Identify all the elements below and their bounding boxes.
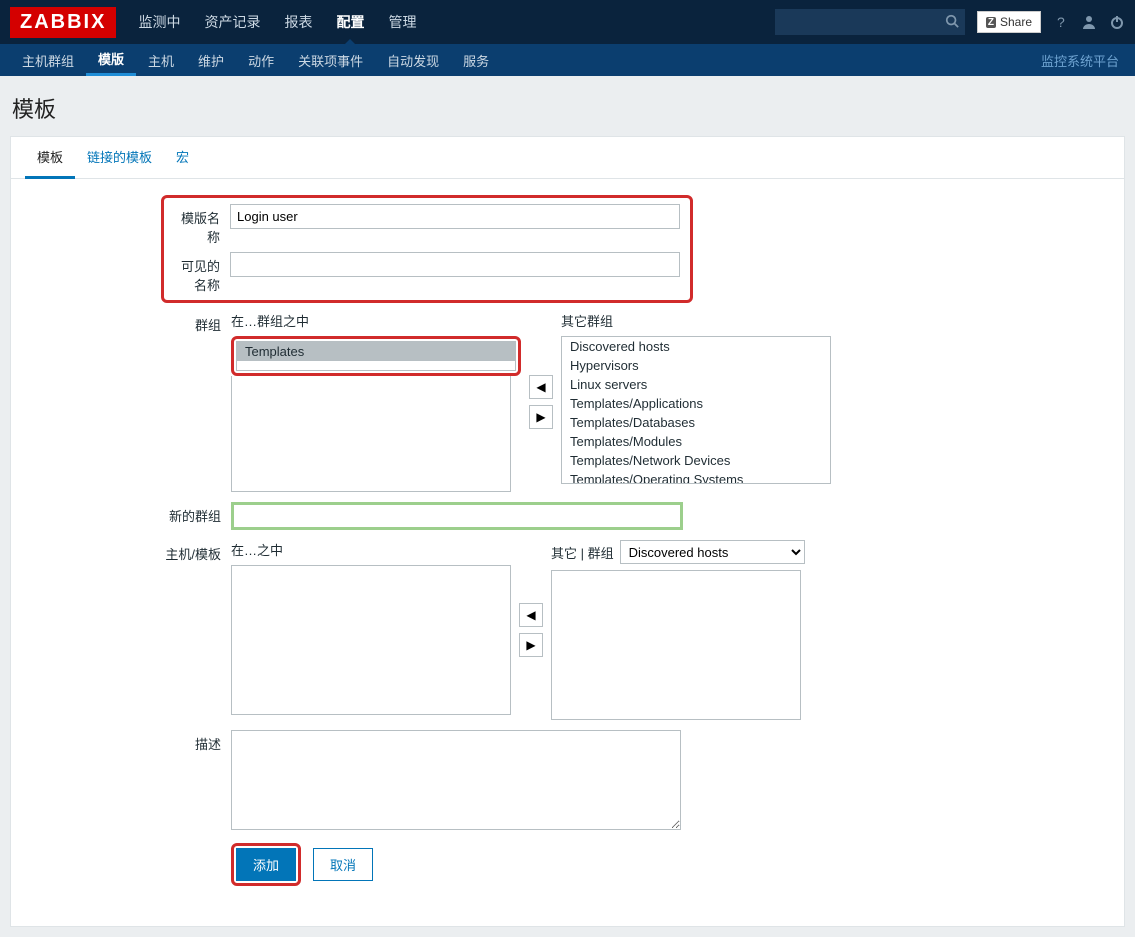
subnav-hosts[interactable]: 主机 xyxy=(136,44,186,76)
label-others-group: 其它 | 群组 xyxy=(551,543,614,562)
search-wrap xyxy=(775,9,965,35)
list-item[interactable]: Templates/Operating Systems xyxy=(562,470,830,484)
add-highlight-box: 添加 xyxy=(231,843,301,886)
subnav-hostgroups[interactable]: 主机群组 xyxy=(10,44,86,76)
label-other-groups: 其它群组 xyxy=(561,311,831,330)
label-groups: 群组 xyxy=(41,311,231,334)
subnav-discovery[interactable]: 自动发现 xyxy=(375,44,451,76)
other-hosts-listbox[interactable] xyxy=(551,570,801,720)
list-item[interactable]: Templates/Network Devices xyxy=(562,451,830,470)
subnav-correlation[interactable]: 关联项事件 xyxy=(286,44,375,76)
list-item[interactable]: Hypervisors xyxy=(562,356,830,375)
subbar-right-label: 监控系统平台 xyxy=(1041,51,1125,70)
new-group-input[interactable] xyxy=(231,502,683,530)
host-move-right-button[interactable]: ▶ xyxy=(519,633,543,657)
new-group-highlight-box xyxy=(231,502,683,530)
nav-configuration[interactable]: 配置 xyxy=(324,0,376,44)
triangle-right-icon: ▶ xyxy=(526,638,535,652)
in-groups-listbox[interactable]: Templates xyxy=(236,341,516,371)
top-menu: 监测中 资产记录 报表 配置 管理 xyxy=(126,0,774,44)
label-hosts-templates: 主机/模板 xyxy=(41,540,231,563)
cancel-button[interactable]: 取消 xyxy=(313,848,373,881)
subnav-templates[interactable]: 模版 xyxy=(86,44,136,76)
form: 模版名称 可见的名称 群组 在…群组之中 Templates xyxy=(11,179,1124,926)
label-in-groups: 在…群组之中 xyxy=(231,311,521,330)
nav-administration[interactable]: 管理 xyxy=(376,0,428,44)
name-highlight-box: 模版名称 可见的名称 xyxy=(161,195,693,303)
sub-bar: 主机群组 模版 主机 维护 动作 关联项事件 自动发现 服务 监控系统平台 xyxy=(0,44,1135,76)
list-item[interactable]: Templates/Modules xyxy=(562,432,830,451)
label-template-name: 模版名称 xyxy=(170,204,230,246)
share-label: Share xyxy=(1000,15,1032,29)
help-icon[interactable]: ? xyxy=(1053,14,1069,30)
tab-macros[interactable]: 宏 xyxy=(164,137,201,178)
label-in: 在…之中 xyxy=(231,540,511,559)
list-item[interactable]: Discovered hosts xyxy=(562,337,830,356)
nav-reports[interactable]: 报表 xyxy=(272,0,324,44)
list-item[interactable]: Templates/Applications xyxy=(562,394,830,413)
in-hosts-listbox[interactable] xyxy=(231,565,511,715)
move-right-button[interactable]: ▶ xyxy=(529,405,553,429)
triangle-right-icon: ▶ xyxy=(536,410,545,424)
top-right: Z Share ? xyxy=(775,9,1125,35)
move-left-button[interactable]: ◀ xyxy=(529,375,553,399)
subnav-maintenance[interactable]: 维护 xyxy=(186,44,236,76)
z-mark-icon: Z xyxy=(986,17,996,28)
search-icon[interactable] xyxy=(945,14,959,28)
svg-text:?: ? xyxy=(1057,14,1065,30)
visible-name-input[interactable] xyxy=(230,252,680,277)
main-panel: 模板 链接的模板 宏 模版名称 可见的名称 群组 在…群组之中 xyxy=(10,136,1125,927)
share-button[interactable]: Z Share xyxy=(977,11,1041,33)
label-visible-name: 可见的名称 xyxy=(170,252,230,294)
host-group-select[interactable]: Discovered hosts xyxy=(620,540,805,564)
page-title: 模板 xyxy=(0,76,1135,136)
tabs: 模板 链接的模板 宏 xyxy=(11,137,1124,179)
host-move-left-button[interactable]: ◀ xyxy=(519,603,543,627)
list-item[interactable]: Templates xyxy=(237,342,515,361)
in-groups-listbox-empty[interactable] xyxy=(231,376,511,492)
subnav-actions[interactable]: 动作 xyxy=(236,44,286,76)
template-name-input[interactable] xyxy=(230,204,680,229)
label-description: 描述 xyxy=(41,730,231,753)
subnav-services[interactable]: 服务 xyxy=(451,44,501,76)
search-input[interactable] xyxy=(775,9,965,35)
label-new-group: 新的群组 xyxy=(41,502,231,525)
in-groups-highlight-box: Templates xyxy=(231,336,521,376)
list-item[interactable]: Linux servers xyxy=(562,375,830,394)
nav-monitoring[interactable]: 监测中 xyxy=(126,0,192,44)
power-icon[interactable] xyxy=(1109,14,1125,30)
add-button[interactable]: 添加 xyxy=(236,848,296,881)
logo[interactable]: ZABBIX xyxy=(10,7,116,38)
tab-linked[interactable]: 链接的模板 xyxy=(75,137,164,178)
other-groups-listbox[interactable]: Discovered hosts Hypervisors Linux serve… xyxy=(561,336,831,484)
tab-template[interactable]: 模板 xyxy=(25,137,75,179)
triangle-left-icon: ◀ xyxy=(536,380,545,394)
nav-inventory[interactable]: 资产记录 xyxy=(192,0,272,44)
list-item[interactable]: Templates/Databases xyxy=(562,413,830,432)
user-icon[interactable] xyxy=(1081,14,1097,30)
top-bar: ZABBIX 监测中 资产记录 报表 配置 管理 Z Share ? xyxy=(0,0,1135,44)
description-textarea[interactable] xyxy=(231,730,681,830)
triangle-left-icon: ◀ xyxy=(526,608,535,622)
